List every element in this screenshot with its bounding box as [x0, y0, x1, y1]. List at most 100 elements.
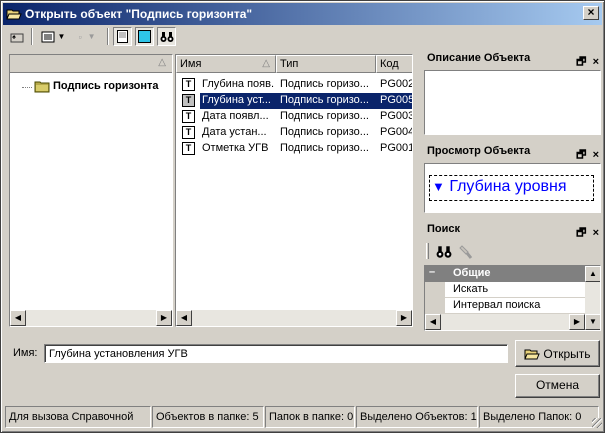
toolbar: ▼ ▫ ▼: [5, 27, 305, 47]
preview-panel-header: Просмотр Объекта 🗗 ×: [424, 145, 602, 161]
row-gutter: [425, 282, 445, 298]
text-object-icon: T: [182, 78, 195, 91]
up-folder-icon: [10, 33, 24, 42]
description-panel-title: Описание Объекта: [427, 52, 531, 64]
restore-icon[interactable]: 🗗: [576, 56, 586, 68]
disabled-option-button[interactable]: ▫ ▼: [73, 27, 101, 46]
row-gutter: [425, 298, 445, 314]
description-panel-header: Описание Объекта 🗗 ×: [424, 52, 602, 68]
list-item[interactable]: T Глубина уст... Подпись горизо... PG005: [176, 93, 412, 109]
item-name: Отметка УГВ: [202, 142, 269, 154]
preview-panel-title: Просмотр Объекта: [427, 145, 531, 157]
open-button[interactable]: Открыть: [515, 340, 600, 367]
tree-horizontal-scrollbar[interactable]: ◀ ▶: [10, 310, 172, 326]
tree-root-label: Подпись горизонта: [53, 80, 159, 92]
status-hint: Для вызова Справочной: [5, 406, 151, 428]
scroll-left-button[interactable]: ◀: [10, 310, 26, 326]
search-option-row[interactable]: Интервал поиска: [425, 298, 585, 314]
close-icon: ×: [587, 5, 595, 19]
scroll-up-button[interactable]: ▲: [585, 266, 600, 282]
item-type: Подпись горизо...: [280, 126, 369, 138]
item-type: Подпись горизо...: [280, 110, 369, 122]
column-header-name[interactable]: Имя △: [176, 55, 276, 73]
size-grip-icon[interactable]: [592, 418, 602, 428]
preview-box: ▼ Глубина уровня: [429, 175, 594, 201]
preview-panel: ▼ Глубина уровня: [424, 163, 601, 213]
item-type: Подпись горизо...: [276, 93, 376, 109]
status-selected-objects: Выделено Объектов: 1: [356, 406, 478, 428]
chevron-down-icon: ▼: [87, 32, 96, 41]
restore-icon[interactable]: 🗗: [576, 227, 586, 239]
item-code: PG003: [380, 110, 413, 122]
close-button[interactable]: ×: [583, 6, 599, 20]
close-icon[interactable]: ×: [593, 227, 599, 239]
cancel-button-label: Отмена: [535, 378, 580, 392]
preview-view-button[interactable]: [135, 27, 154, 46]
status-selected-folders: Выделено Папок: 0: [479, 406, 599, 428]
item-name: Глубина появ...: [202, 78, 274, 90]
search-horizontal-scrollbar[interactable]: ◀ ▶: [425, 314, 585, 330]
item-name: Дата появл...: [202, 110, 269, 122]
search-vertical-scrollbar[interactable]: ▲ ▼: [585, 266, 600, 330]
item-type: Подпись горизо...: [280, 142, 369, 154]
collapse-icon: –: [429, 266, 436, 278]
search-option-row[interactable]: Искать: [425, 282, 585, 298]
text-object-icon: T: [182, 142, 195, 155]
scroll-right-button[interactable]: ▶: [396, 310, 412, 326]
folder-icon: [34, 81, 50, 93]
item-code: PG001: [380, 142, 413, 154]
status-objects-count: Объектов в папке: 5: [152, 406, 264, 428]
scroll-left-button[interactable]: ◀: [176, 310, 192, 326]
name-field[interactable]: [44, 344, 508, 363]
column-header-type[interactable]: Тип: [276, 55, 376, 73]
page-icon: [117, 30, 128, 43]
list-item[interactable]: T Отметка УГВ Подпись горизо... PG001: [176, 141, 412, 157]
chevron-down-icon: ▼: [57, 32, 66, 41]
sort-arrow-icon: △: [262, 58, 270, 69]
object-list-panel: Имя △ Тип Код T Глубина появ... Подпись …: [175, 54, 413, 327]
tree-root-item[interactable]: Подпись горизонта: [18, 79, 178, 95]
item-code: PG005: [376, 93, 412, 109]
search-panel-header: Поиск 🗗 ×: [424, 223, 602, 239]
text-object-icon: T: [181, 93, 196, 108]
toolbar-separator: [107, 28, 109, 45]
cancel-button[interactable]: Отмена: [515, 374, 600, 398]
column-header-type-label: Тип: [280, 58, 299, 70]
column-header-code[interactable]: Код: [376, 55, 412, 73]
find-button[interactable]: [157, 27, 176, 46]
text-object-icon: T: [182, 110, 195, 123]
search-panel-title: Поиск: [427, 223, 461, 235]
sort-arrow-icon: △: [158, 57, 166, 68]
item-name: Дата устан...: [202, 126, 267, 138]
close-icon[interactable]: ×: [593, 149, 599, 161]
binoculars-icon[interactable]: [436, 245, 452, 259]
folder-tree-panel: △ Подпись горизонта ◀ ▶: [9, 54, 173, 327]
status-folders-count: Папок в папке: 0: [265, 406, 355, 428]
scroll-left-button[interactable]: ◀: [425, 314, 441, 330]
search-option-label: Искать: [453, 283, 489, 295]
search-group-header[interactable]: – Общие: [425, 266, 585, 282]
list-horizontal-scrollbar[interactable]: ◀ ▶: [176, 310, 412, 326]
dot-icon: ▫: [78, 31, 82, 42]
list-item[interactable]: T Дата устан... Подпись горизо... PG004: [176, 125, 412, 141]
list-item[interactable]: T Глубина появ... Подпись горизо... PG00…: [176, 77, 412, 93]
window-title: Открыть объект "Подпись горизонта": [25, 7, 253, 21]
flashlight-icon[interactable]: [459, 244, 473, 260]
close-icon[interactable]: ×: [593, 56, 599, 68]
scroll-down-button[interactable]: ▼: [585, 314, 600, 330]
description-panel: [424, 70, 601, 135]
up-folder-button[interactable]: [7, 27, 27, 46]
list-item[interactable]: T Дата появл... Подпись горизо... PG003: [176, 109, 412, 125]
triangle-down-icon: ▼: [432, 179, 445, 194]
restore-icon[interactable]: 🗗: [576, 149, 586, 161]
toolbar-separator: [31, 28, 33, 45]
item-code: PG002: [380, 78, 413, 90]
item-code: PG004: [380, 126, 413, 138]
name-field-label: Имя:: [13, 347, 38, 359]
view-mode-button[interactable]: ▼: [37, 27, 69, 46]
title-bar[interactable]: Открыть объект "Подпись горизонта" ×: [3, 3, 602, 25]
search-toolbar: [424, 241, 601, 263]
scroll-right-button[interactable]: ▶: [156, 310, 172, 326]
scroll-right-button[interactable]: ▶: [569, 314, 585, 330]
page-view-button[interactable]: [113, 27, 132, 46]
